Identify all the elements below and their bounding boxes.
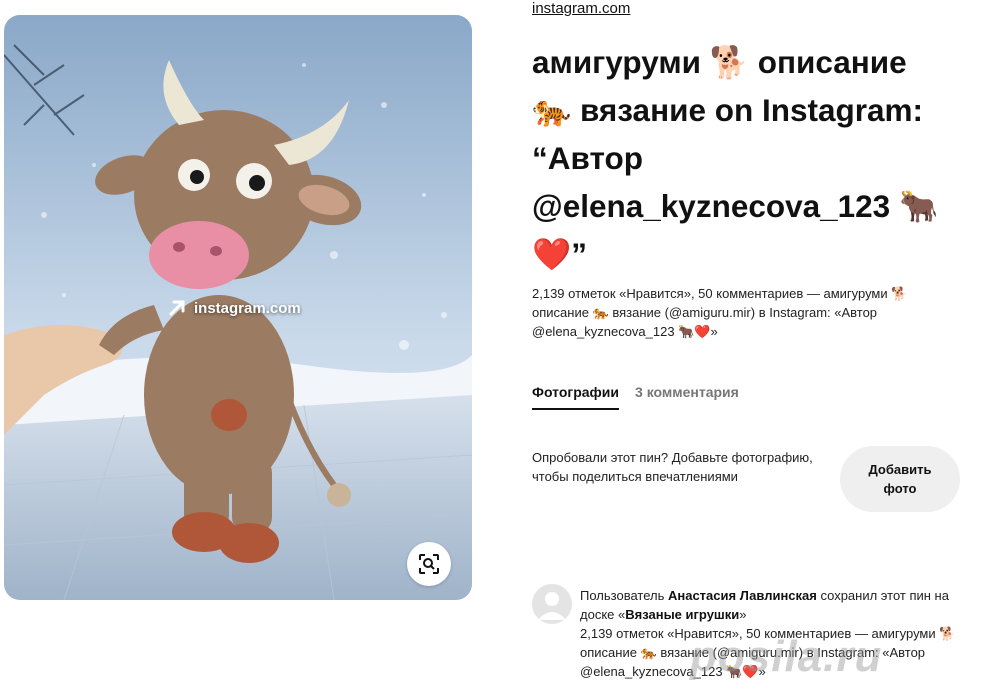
pin-source-label: instagram.com (194, 299, 301, 317)
pin-image[interactable]: instagram.com (4, 15, 472, 600)
visual-search-button[interactable] (407, 542, 451, 586)
pin-title: амигуруми 🐕 описание 🐅 вязание on Instag… (532, 44, 939, 272)
avatar[interactable] (532, 584, 572, 624)
visual-search-icon (419, 554, 439, 574)
default-user-icon (538, 592, 566, 620)
add-photo-button[interactable]: Добавить фото (840, 446, 960, 512)
board-link[interactable]: Вязаные игрушки (625, 607, 739, 622)
pin-source-overlay[interactable]: instagram.com (168, 299, 301, 317)
tab-photos[interactable]: Фотографии (532, 384, 620, 410)
activity-prefix: Пользователь (580, 588, 668, 603)
tried-pin-prompt: Опробовали этот пин? Добавьте фотографию… (532, 450, 813, 484)
source-domain-link[interactable]: instagram.com (532, 0, 630, 17)
tab-comments[interactable]: 3 комментария (635, 384, 739, 410)
tabs: Фотографии 3 комментария (532, 384, 739, 410)
activity-suffix: » (739, 607, 747, 622)
external-link-arrow-icon (168, 299, 186, 317)
site-watermark: posila.ru (690, 632, 883, 681)
pin-description: 2,139 отметок «Нравится», 50 комментарие… (532, 286, 908, 339)
saver-user-link[interactable]: Анастасия Лавлинская (668, 588, 817, 603)
